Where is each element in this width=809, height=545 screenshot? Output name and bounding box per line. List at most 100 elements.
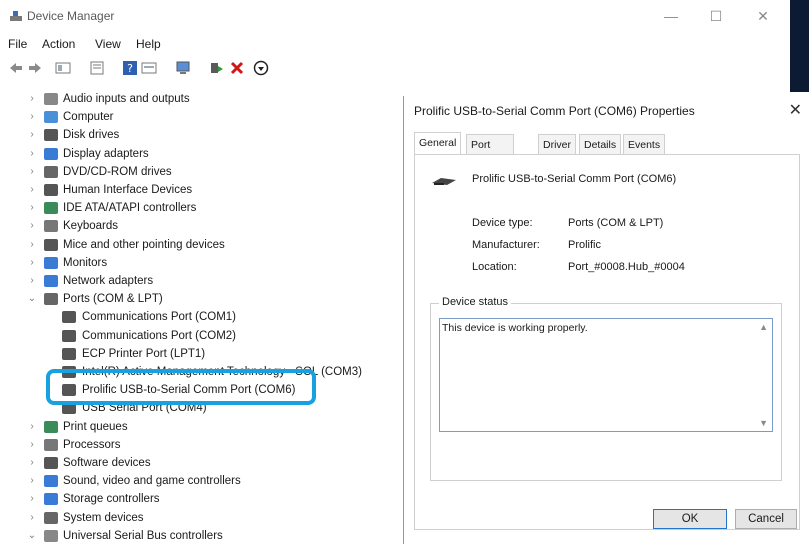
update-driver-icon[interactable]: [208, 60, 224, 76]
menu-file[interactable]: File: [8, 37, 27, 51]
tree-item-label: Software devices: [63, 457, 151, 469]
scroll-down-icon[interactable]: ▼: [759, 418, 768, 428]
location-value: Port_#0008.Hub_#0004: [568, 261, 685, 273]
serial-port-icon: [432, 178, 456, 185]
chevron-right-icon[interactable]: ›: [26, 163, 38, 181]
device-category-icon: [44, 511, 58, 524]
menu-action[interactable]: Action: [42, 37, 75, 51]
chevron-right-icon[interactable]: ›: [26, 181, 38, 199]
menu-bar: File Action View Help: [0, 34, 790, 54]
device-category-icon: [44, 475, 58, 488]
chevron-down-icon[interactable]: ⌄: [26, 527, 38, 545]
chevron-down-icon[interactable]: ⌄: [26, 290, 38, 308]
view-icon[interactable]: [141, 60, 157, 76]
device-status-text: This device is working properly.: [442, 322, 588, 334]
device-category-icon: [44, 238, 58, 251]
tab-events[interactable]: Events: [623, 134, 666, 154]
tab-port-settings[interactable]: Port Settings: [466, 134, 514, 171]
port-icon: [62, 347, 76, 360]
chevron-right-icon[interactable]: ›: [26, 199, 38, 217]
device-category-icon: [44, 457, 58, 469]
chevron-right-icon[interactable]: ›: [26, 436, 38, 454]
device-status-textbox[interactable]: This device is working properly. ▲ ▼: [439, 318, 773, 432]
tree-item-label: Keyboards: [63, 220, 118, 233]
tree-item-label: Monitors: [63, 256, 108, 269]
tree-item-label: System devices: [63, 511, 144, 524]
device-name: Prolific USB-to-Serial Comm Port (COM6): [472, 173, 677, 185]
scan-hardware-icon[interactable]: [175, 60, 191, 76]
menu-help[interactable]: Help: [136, 37, 161, 51]
device-category-icon: [44, 202, 58, 215]
device-category-icon: [44, 184, 58, 196]
ok-button[interactable]: OK: [653, 509, 727, 529]
device-category-icon: [44, 93, 58, 105]
tab-general[interactable]: General: [414, 132, 462, 154]
cancel-button[interactable]: Cancel: [735, 509, 797, 529]
device-category-icon: [44, 493, 58, 506]
tree-item-label: Computer: [63, 111, 114, 124]
device-category-icon: [44, 220, 58, 233]
menu-view[interactable]: View: [95, 37, 121, 51]
chevron-right-icon[interactable]: ›: [26, 272, 38, 290]
chevron-right-icon[interactable]: ›: [26, 254, 38, 272]
location-label: Location:: [472, 261, 517, 273]
port-icon: [62, 329, 76, 342]
device-category-icon: [44, 529, 58, 542]
tree-item-label: DVD/CD-ROM drives: [63, 165, 172, 178]
tree-item-label: Sound, video and game controllers: [63, 475, 241, 488]
tree-item-label: Communications Port (COM2): [82, 329, 237, 342]
tab-driver[interactable]: Driver: [538, 134, 576, 154]
device-category-icon: [44, 256, 58, 269]
chevron-right-icon[interactable]: ›: [26, 108, 38, 126]
title-bar: Device Manager — ☐ ✕: [0, 0, 790, 32]
chevron-right-icon[interactable]: ›: [26, 509, 38, 527]
chevron-right-icon[interactable]: ›: [26, 418, 38, 436]
tree-item-label: Ports (COM & LPT): [63, 293, 163, 306]
tree-item-label: Display adapters: [63, 147, 149, 160]
chevron-right-icon[interactable]: ›: [26, 472, 38, 490]
chevron-right-icon[interactable]: ›: [26, 490, 38, 508]
dialog-close-icon[interactable]: ✕: [789, 100, 802, 120]
device-category-icon: [44, 275, 58, 287]
scroll-up-icon[interactable]: ▲: [759, 322, 768, 332]
device-status-group: Device status This device is working pro…: [430, 296, 782, 481]
background-edge: [790, 0, 809, 92]
tree-item-label: Storage controllers: [63, 493, 160, 506]
chevron-right-icon[interactable]: ›: [26, 236, 38, 254]
tree-item-label: ECP Printer Port (LPT1): [82, 347, 206, 360]
chevron-right-icon[interactable]: ›: [26, 454, 38, 472]
tree-item-label: Network adapters: [63, 275, 154, 287]
device-manager-icon: [10, 11, 22, 21]
device-category-icon: [44, 293, 58, 306]
maximize-button[interactable]: ☐: [701, 6, 731, 26]
close-button[interactable]: ✕: [748, 6, 778, 26]
tab-details[interactable]: Details: [579, 134, 622, 154]
device-category-icon: [44, 111, 58, 124]
chevron-right-icon[interactable]: ›: [26, 126, 38, 144]
properties-icon[interactable]: [89, 60, 105, 76]
svg-text:?: ?: [127, 62, 133, 75]
forward-icon[interactable]: [27, 60, 43, 76]
device-category-icon: [44, 438, 58, 451]
tree-item-label: Disk drives: [63, 129, 120, 142]
device-category-icon: [44, 147, 58, 160]
device-category-icon: [44, 420, 58, 433]
device-type-label: Device type:: [472, 217, 533, 229]
back-icon[interactable]: [8, 60, 24, 76]
port-icon: [62, 311, 76, 324]
tree-item-label: Communications Port (COM1): [82, 311, 237, 324]
selection-highlight: [46, 369, 316, 405]
general-panel: Prolific USB-to-Serial Comm Port (COM6) …: [414, 154, 800, 530]
download-icon[interactable]: [253, 60, 269, 76]
tree-item-label: Human Interface Devices: [63, 184, 193, 196]
manufacturer-value: Prolific: [568, 239, 602, 251]
minimize-button[interactable]: —: [656, 6, 686, 26]
uninstall-icon[interactable]: [229, 60, 245, 76]
chevron-right-icon[interactable]: ›: [26, 90, 38, 108]
help-icon[interactable]: ?: [122, 60, 138, 76]
device-type-value: Ports (COM & LPT): [568, 217, 664, 229]
chevron-right-icon[interactable]: ›: [26, 217, 38, 235]
show-hide-tree-icon[interactable]: [55, 60, 71, 76]
chevron-right-icon[interactable]: ›: [26, 145, 38, 163]
tree-item-label: Universal Serial Bus controllers: [63, 529, 223, 542]
